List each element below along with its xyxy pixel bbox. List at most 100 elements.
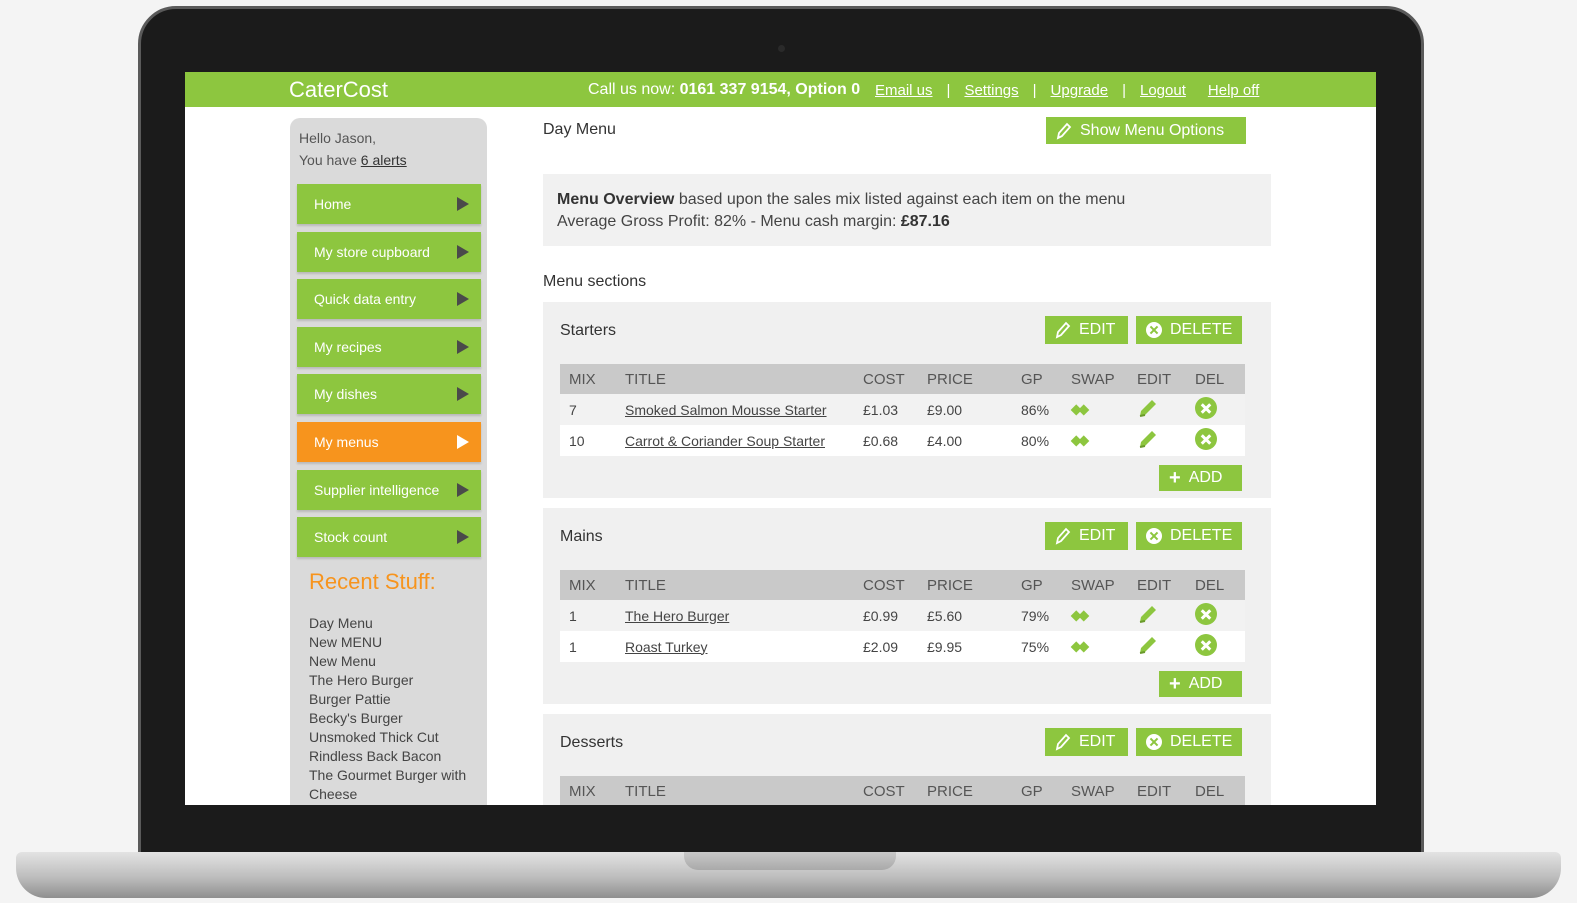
- edit-section-button[interactable]: EDIT: [1045, 728, 1128, 756]
- column-header: DEL: [1186, 364, 1245, 394]
- edit-pencil-icon[interactable]: [1137, 397, 1159, 419]
- nav-my-store-cupboard[interactable]: My store cupboard: [297, 231, 481, 272]
- recent-item[interactable]: The Hero Burger: [309, 671, 484, 690]
- section-desserts: Desserts EDIT DELETE MIX TITLE COST PRICE GP SWA…: [543, 714, 1271, 805]
- add-dish-button[interactable]: + ADD: [1159, 465, 1242, 491]
- section-table: MIX TITLE COST PRICE GP SWAP EDIT DEL 1 The Her…: [560, 570, 1245, 662]
- swap-icon[interactable]: ⬥⬥: [1071, 401, 1089, 418]
- column-header: PRICE: [918, 570, 1012, 600]
- arrow-right-icon: [457, 387, 469, 402]
- delete-circle-icon[interactable]: [1195, 603, 1217, 625]
- greeting: Hello Jason, You have 6 alerts: [299, 130, 407, 168]
- recent-item[interactable]: Day Menu: [309, 614, 484, 633]
- column-header: EDIT: [1128, 364, 1186, 394]
- dish-title-link[interactable]: Smoked Salmon Mousse Starter: [625, 402, 827, 418]
- edit-pencil-icon[interactable]: [1137, 428, 1159, 450]
- section-name: Mains: [560, 528, 603, 545]
- recent-stuff-title: Recent Stuff:: [309, 569, 436, 594]
- nav-my-menus[interactable]: My menus: [297, 422, 481, 462]
- column-header: EDIT: [1128, 570, 1186, 600]
- delete-section-button[interactable]: DELETE: [1136, 728, 1242, 756]
- column-header: TITLE: [616, 776, 854, 805]
- gp-cell: 86%: [1012, 394, 1062, 425]
- column-header: MIX: [560, 776, 616, 805]
- alerts-link[interactable]: 6 alerts: [361, 152, 407, 168]
- section-mains: Mains EDIT DELETE MIX TITLE COST PRICE GP SWAP ED…: [543, 508, 1271, 704]
- column-header: SWAP: [1062, 570, 1128, 600]
- arrow-right-icon: [457, 244, 469, 259]
- pencil-icon: [1055, 527, 1071, 545]
- upgrade-link[interactable]: Upgrade: [1051, 82, 1109, 99]
- swap-icon[interactable]: ⬥⬥: [1071, 638, 1089, 655]
- price-cell: £5.60: [918, 600, 1012, 631]
- email-us-link[interactable]: Email us: [875, 82, 933, 99]
- section-table: MIX TITLE COST PRICE GP SWAP EDIT DEL: [560, 776, 1245, 805]
- price-cell: £9.00: [918, 394, 1012, 425]
- recent-item[interactable]: Burger Pattie: [309, 690, 484, 709]
- nav-quick-data-entry[interactable]: Quick data entry: [297, 279, 481, 320]
- show-menu-options-button[interactable]: Show Menu Options: [1046, 117, 1246, 144]
- column-header: TITLE: [616, 570, 854, 600]
- delete-section-button[interactable]: DELETE: [1136, 522, 1242, 550]
- swap-icon[interactable]: ⬥⬥: [1071, 607, 1089, 624]
- gp-cell: 75%: [1012, 631, 1062, 662]
- close-circle-icon: [1146, 322, 1162, 338]
- arrow-right-icon: [457, 292, 469, 307]
- logout-link[interactable]: Logout: [1140, 82, 1186, 99]
- edit-pencil-icon[interactable]: [1137, 603, 1159, 625]
- section-starters: Starters EDIT DELETE MIX TITLE COST PRICE GP SWA…: [543, 302, 1271, 498]
- recent-item[interactable]: Unsmoked Thick Cut: [309, 728, 484, 747]
- recent-item[interactable]: Rindless Back Bacon: [309, 747, 484, 766]
- dish-title-link[interactable]: Roast Turkey: [625, 639, 707, 655]
- recent-item[interactable]: The Gourmet Burger with Cheese: [309, 766, 484, 804]
- laptop-notch: [684, 852, 896, 870]
- column-header: PRICE: [918, 364, 1012, 394]
- nav-home[interactable]: Home: [297, 184, 481, 224]
- arrow-right-icon: [457, 530, 469, 545]
- dish-title-link[interactable]: The Hero Burger: [625, 608, 729, 624]
- column-header: GP: [1012, 570, 1062, 600]
- phone-number: 0161 337 9154, Option 0: [679, 81, 861, 98]
- table-row: 10 Carrot & Coriander Soup Starter £0.68…: [560, 425, 1245, 456]
- section-name: Starters: [560, 322, 617, 339]
- nav-stock-count[interactable]: Stock count: [297, 517, 481, 558]
- delete-circle-icon[interactable]: [1195, 397, 1217, 419]
- column-header: SWAP: [1062, 364, 1128, 394]
- pencil-icon: [1055, 321, 1071, 339]
- edit-section-button[interactable]: EDIT: [1045, 522, 1128, 550]
- dish-title-link[interactable]: Carrot & Coriander Soup Starter: [625, 433, 825, 449]
- column-header: MIX: [560, 570, 616, 600]
- column-header: SWAP: [1062, 776, 1128, 805]
- close-circle-icon: [1146, 734, 1162, 750]
- recent-item[interactable]: New Menu: [309, 652, 484, 671]
- plus-icon: +: [1169, 673, 1181, 695]
- column-header: COST: [854, 570, 918, 600]
- recent-item[interactable]: Becky's Burger: [309, 709, 484, 728]
- recent-item[interactable]: New MENU: [309, 633, 484, 652]
- catercost-logo[interactable]: CaterCost: [289, 77, 388, 103]
- column-header: GP: [1012, 776, 1062, 805]
- settings-link[interactable]: Settings: [964, 82, 1018, 99]
- plus-icon: +: [1169, 467, 1181, 489]
- table-row: 1 Roast Turkey £2.09 £9.95 75% ⬥⬥: [560, 631, 1245, 662]
- gp-cell: 79%: [1012, 600, 1062, 631]
- arrow-right-icon: [457, 197, 469, 211]
- column-header: MIX: [560, 364, 616, 394]
- swap-icon[interactable]: ⬥⬥: [1071, 432, 1089, 449]
- gp-cell: 80%: [1012, 425, 1062, 456]
- top-links: Email us | Settings | Upgrade | Logout Help off: [875, 82, 1260, 99]
- column-header: GP: [1012, 364, 1062, 394]
- edit-section-button[interactable]: EDIT: [1045, 316, 1128, 344]
- table-row: 1 The Hero Burger £0.99 £5.60 79% ⬥⬥: [560, 600, 1245, 631]
- nav-supplier-intelligence[interactable]: Supplier intelligence: [297, 469, 481, 510]
- cost-cell: £0.68: [854, 425, 918, 456]
- recent-list: Day Menu New MENU New Menu The Hero Burger B…: [309, 614, 484, 804]
- help-off-link[interactable]: Help off: [1208, 82, 1259, 99]
- edit-pencil-icon[interactable]: [1137, 634, 1159, 656]
- nav-my-dishes[interactable]: My dishes: [297, 374, 481, 415]
- delete-circle-icon[interactable]: [1195, 634, 1217, 656]
- delete-section-button[interactable]: DELETE: [1136, 316, 1242, 344]
- nav-my-recipes[interactable]: My recipes: [297, 326, 481, 367]
- delete-circle-icon[interactable]: [1195, 428, 1217, 450]
- add-dish-button[interactable]: + ADD: [1159, 671, 1242, 697]
